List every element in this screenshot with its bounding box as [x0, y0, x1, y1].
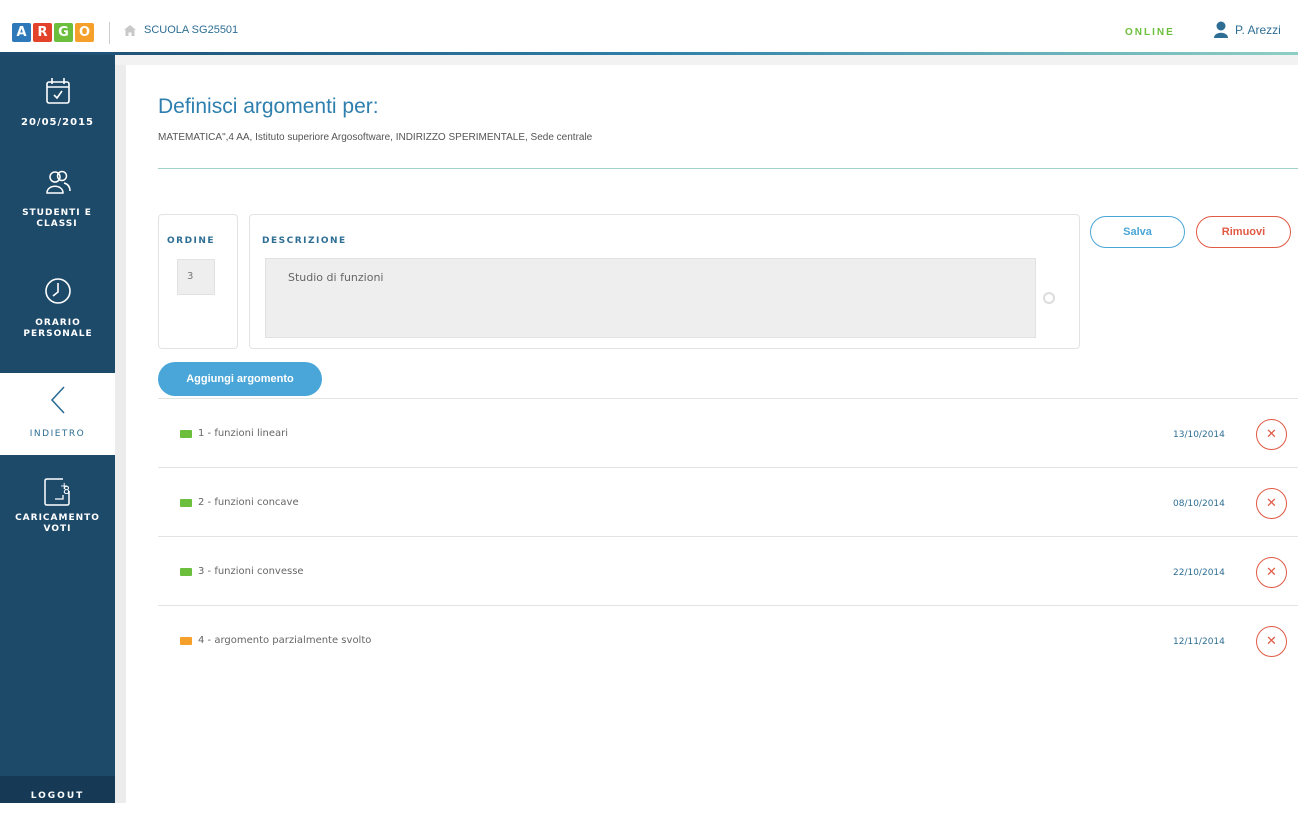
- people-icon: [45, 170, 71, 194]
- title-divider: [158, 168, 1298, 169]
- sidebar-item-date[interactable]: 20/05/2015: [0, 77, 115, 128]
- argo-logo[interactable]: A R G O: [12, 23, 94, 42]
- topic-label: 1 - funzioni lineari: [198, 428, 289, 439]
- sidebar-item-grades[interactable]: + 8 CARICAMENTO VOTI: [0, 475, 115, 535]
- school-selector[interactable]: SCUOLA SG25501: [124, 24, 238, 36]
- folder-icon: [180, 637, 192, 645]
- sidebar-item-back[interactable]: INDIETRO: [0, 373, 115, 455]
- close-icon: ✕: [1266, 495, 1277, 510]
- close-icon: ✕: [1266, 564, 1277, 579]
- chevron-left-icon: [50, 386, 65, 414]
- school-name: SCUOLA SG25501: [144, 24, 239, 36]
- topic-label: 2 - funzioni concave: [198, 497, 299, 508]
- logout-button[interactable]: LOGOUT: [0, 776, 115, 803]
- sidebar-grades-label: CARICAMENTO VOTI: [15, 513, 100, 534]
- delete-topic-button[interactable]: ✕: [1256, 488, 1287, 519]
- list-item[interactable]: 4 - argomento parzialmente svolto 12/11/…: [158, 605, 1298, 674]
- ordine-label: ORDINE: [167, 236, 216, 246]
- close-icon: ✕: [1266, 426, 1277, 441]
- sidebar-schedule-label: ORARIO PERSONALE: [23, 318, 93, 339]
- delete-topic-button[interactable]: ✕: [1256, 557, 1287, 588]
- descrizione-field[interactable]: Studio di funzioni: [265, 258, 1036, 338]
- topic-date: 08/10/2014: [1173, 499, 1225, 509]
- delete-topic-button[interactable]: ✕: [1256, 419, 1287, 450]
- page-title: Definisci argomenti per:: [158, 95, 379, 118]
- top-bar: A R G O SCUOLA SG25501 ONLINE P. Arezzi: [0, 0, 1298, 55]
- content-left-strip: [115, 55, 126, 803]
- topic-date: 22/10/2014: [1173, 568, 1225, 578]
- save-button[interactable]: Salva: [1090, 216, 1185, 248]
- logo-letter-r: R: [33, 23, 52, 42]
- delete-topic-button[interactable]: ✕: [1256, 626, 1287, 657]
- topic-date: 12/11/2014: [1173, 637, 1225, 647]
- user-icon: [1214, 21, 1228, 38]
- svg-text:8: 8: [63, 484, 70, 497]
- folder-icon: [180, 568, 192, 576]
- user-name: P. Arezzi: [1235, 22, 1281, 37]
- online-status: ONLINE: [1125, 27, 1175, 38]
- topic-label: 4 - argomento parzialmente svolto: [198, 635, 372, 646]
- home-icon: [124, 24, 136, 36]
- topic-label: 3 - funzioni convesse: [198, 566, 304, 577]
- sidebar-back-label: INDIETRO: [29, 429, 86, 439]
- topic-date: 13/10/2014: [1173, 430, 1225, 440]
- calendar-icon: [45, 78, 70, 104]
- user-menu[interactable]: P. Arezzi: [1214, 21, 1281, 38]
- clock-icon: [44, 278, 71, 304]
- sidebar-item-schedule[interactable]: ORARIO PERSONALE: [0, 277, 115, 340]
- sidebar-item-students[interactable]: STUDENTI E CLASSI: [0, 169, 115, 230]
- folder-icon: [180, 430, 192, 438]
- topic-list: 1 - funzioni lineari 13/10/2014 ✕ 2 - fu…: [158, 398, 1298, 674]
- descrizione-label: DESCRIZIONE: [262, 236, 347, 246]
- folder-icon: [180, 499, 192, 507]
- sidebar-students-label: STUDENTI E CLASSI: [22, 208, 92, 229]
- ordine-field[interactable]: 3: [177, 259, 215, 295]
- list-item[interactable]: 1 - funzioni lineari 13/10/2014 ✕: [158, 398, 1298, 467]
- upload-grades-icon: + 8: [43, 478, 70, 506]
- content-top-strip: [115, 55, 1298, 65]
- close-icon: ✕: [1266, 633, 1277, 648]
- add-topic-button[interactable]: Aggiungi argomento: [158, 362, 322, 396]
- list-item[interactable]: 2 - funzioni concave 08/10/2014 ✕: [158, 467, 1298, 536]
- info-icon[interactable]: [1043, 292, 1055, 304]
- logo-letter-a: A: [12, 23, 31, 42]
- sidebar: 20/05/2015 STUDENTI E CLASSI ORARIO PERS…: [0, 55, 115, 803]
- page-subtitle: MATEMATICA",4 AA, Istituto superiore Arg…: [158, 132, 593, 143]
- remove-button[interactable]: Rimuovi: [1196, 216, 1291, 248]
- sidebar-date-label: 20/05/2015: [21, 117, 94, 128]
- list-item[interactable]: 3 - funzioni convesse 22/10/2014 ✕: [158, 536, 1298, 605]
- logo-letter-g: G: [54, 23, 73, 42]
- logo-letter-o: O: [75, 23, 94, 42]
- header-divider: [109, 22, 110, 44]
